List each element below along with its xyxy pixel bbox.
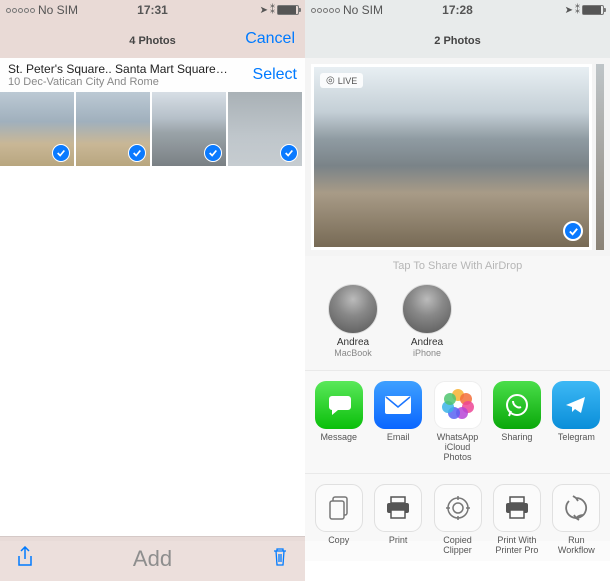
battery-icon [277, 5, 299, 15]
action-copy[interactable]: Copy [311, 484, 366, 556]
selected-check-icon [128, 144, 146, 162]
selected-check-icon [280, 144, 298, 162]
location-icon: ➤ [565, 5, 573, 16]
photo-thumbnail[interactable] [76, 92, 150, 166]
carrier-label: No SIM [38, 3, 78, 17]
airdrop-contact[interactable]: Andrea iPhone [399, 284, 455, 358]
clipper-icon [434, 484, 482, 532]
action-print[interactable]: Print [370, 484, 425, 556]
clock: 17:28 [442, 3, 473, 17]
telegram-icon [552, 381, 600, 429]
airdrop-contact[interactable]: Andrea MacBook [325, 284, 381, 358]
live-badge: LIVE [320, 73, 363, 88]
album-header: St. Peter's Square.. Santa Mart Square..… [0, 58, 305, 92]
status-right: ➤ ⁑ [260, 5, 299, 16]
empty-content [0, 166, 305, 536]
location-icon: ➤ [260, 5, 268, 16]
avatar [402, 284, 452, 334]
share-app-message[interactable]: Message [311, 381, 366, 463]
thumbnail-row [0, 92, 305, 166]
action-clipper[interactable]: Copied Clipper [430, 484, 485, 556]
bluetooth-icon: ⁑ [575, 5, 580, 16]
carrier-label: No SIM [343, 3, 383, 17]
share-app-email[interactable]: Email [370, 381, 425, 463]
screen-share-sheet: No SIM 17:28 ➤ ⁑ 2 Photos LIVE Tap To Sh… [305, 0, 610, 541]
bluetooth-icon: ⁑ [270, 5, 275, 16]
app-label: Message [320, 433, 357, 443]
contact-name: Andrea [411, 337, 443, 348]
share-actions-row: Copy Print Copied Clipper Print With Pri… [305, 474, 610, 562]
print-icon [374, 484, 422, 532]
mail-icon [374, 381, 422, 429]
app-label: WhatsApp iCloud Photos [430, 433, 485, 463]
action-label: Run Workflow [549, 536, 604, 556]
nav-title: 4 Photos [129, 35, 175, 47]
avatar [328, 284, 378, 334]
signal-icon [311, 8, 340, 13]
share-app-whatsapp[interactable]: Sharing [489, 381, 544, 463]
nav-bar: 2 Photos [305, 20, 610, 58]
status-right: ➤ ⁑ [565, 5, 604, 16]
copy-icon [315, 484, 363, 532]
contact-device: iPhone [413, 348, 441, 358]
add-button[interactable]: Add [133, 546, 172, 572]
share-icon[interactable] [16, 546, 34, 573]
select-button[interactable]: Select [253, 66, 297, 84]
photo-thumbnail[interactable] [228, 92, 302, 166]
status-bar: No SIM 17:28 ➤ ⁑ [305, 0, 610, 20]
airdrop-contacts: Andrea MacBook Andrea iPhone [305, 276, 610, 370]
message-icon [315, 381, 363, 429]
action-workflow[interactable]: Run Workflow [549, 484, 604, 556]
contact-device: MacBook [334, 348, 372, 358]
selected-check-icon [52, 144, 70, 162]
share-app-icloud-photos[interactable]: WhatsApp iCloud Photos [430, 381, 485, 463]
photo-thumbnail[interactable] [152, 92, 226, 166]
carrier-status: No SIM [311, 3, 383, 17]
app-label: Sharing [501, 433, 532, 443]
photos-icon [434, 381, 482, 429]
printer-pro-icon [493, 484, 541, 532]
clock: 17:31 [137, 3, 168, 17]
photo-thumbnail[interactable] [0, 92, 74, 166]
action-label: Copied Clipper [430, 536, 485, 556]
app-label: Email [387, 433, 410, 443]
selected-check-icon [204, 144, 222, 162]
cancel-button[interactable]: Cancel [245, 30, 295, 48]
share-apps-row: Message Email WhatsApp iCloud Photos [305, 370, 610, 474]
status-bar: No SIM 17:31 ➤ ⁑ [0, 0, 305, 20]
photo-preview-next[interactable] [596, 64, 604, 250]
nav-title: 2 Photos [434, 35, 480, 47]
share-app-telegram[interactable]: Telegram [549, 381, 604, 463]
album-locations: St. Peter's Square.. Santa Mart Square..… [8, 62, 228, 76]
action-label: Print With Printer Pro [489, 536, 544, 556]
whatsapp-icon [493, 381, 541, 429]
photo-preview[interactable]: LIVE [311, 64, 592, 250]
selected-check-icon [563, 221, 583, 241]
bottom-toolbar: Add [0, 536, 305, 581]
app-label: Telegram [558, 433, 595, 443]
carrier-status: No SIM [6, 3, 78, 17]
album-date: 10 Dec-Vatican City And Rome [8, 76, 228, 88]
photo-preview-area: LIVE [305, 58, 610, 256]
screen-photos-multiselect: No SIM 17:31 ➤ ⁑ 4 Photos Cancel St. Pet… [0, 0, 305, 541]
nav-bar: 4 Photos Cancel [0, 20, 305, 58]
battery-icon [582, 5, 604, 15]
airdrop-hint: Tap To Share With AirDrop [305, 256, 610, 276]
action-printer-pro[interactable]: Print With Printer Pro [489, 484, 544, 556]
signal-icon [6, 8, 35, 13]
contact-name: Andrea [337, 337, 369, 348]
trash-icon[interactable] [271, 546, 289, 573]
workflow-icon [552, 484, 600, 532]
